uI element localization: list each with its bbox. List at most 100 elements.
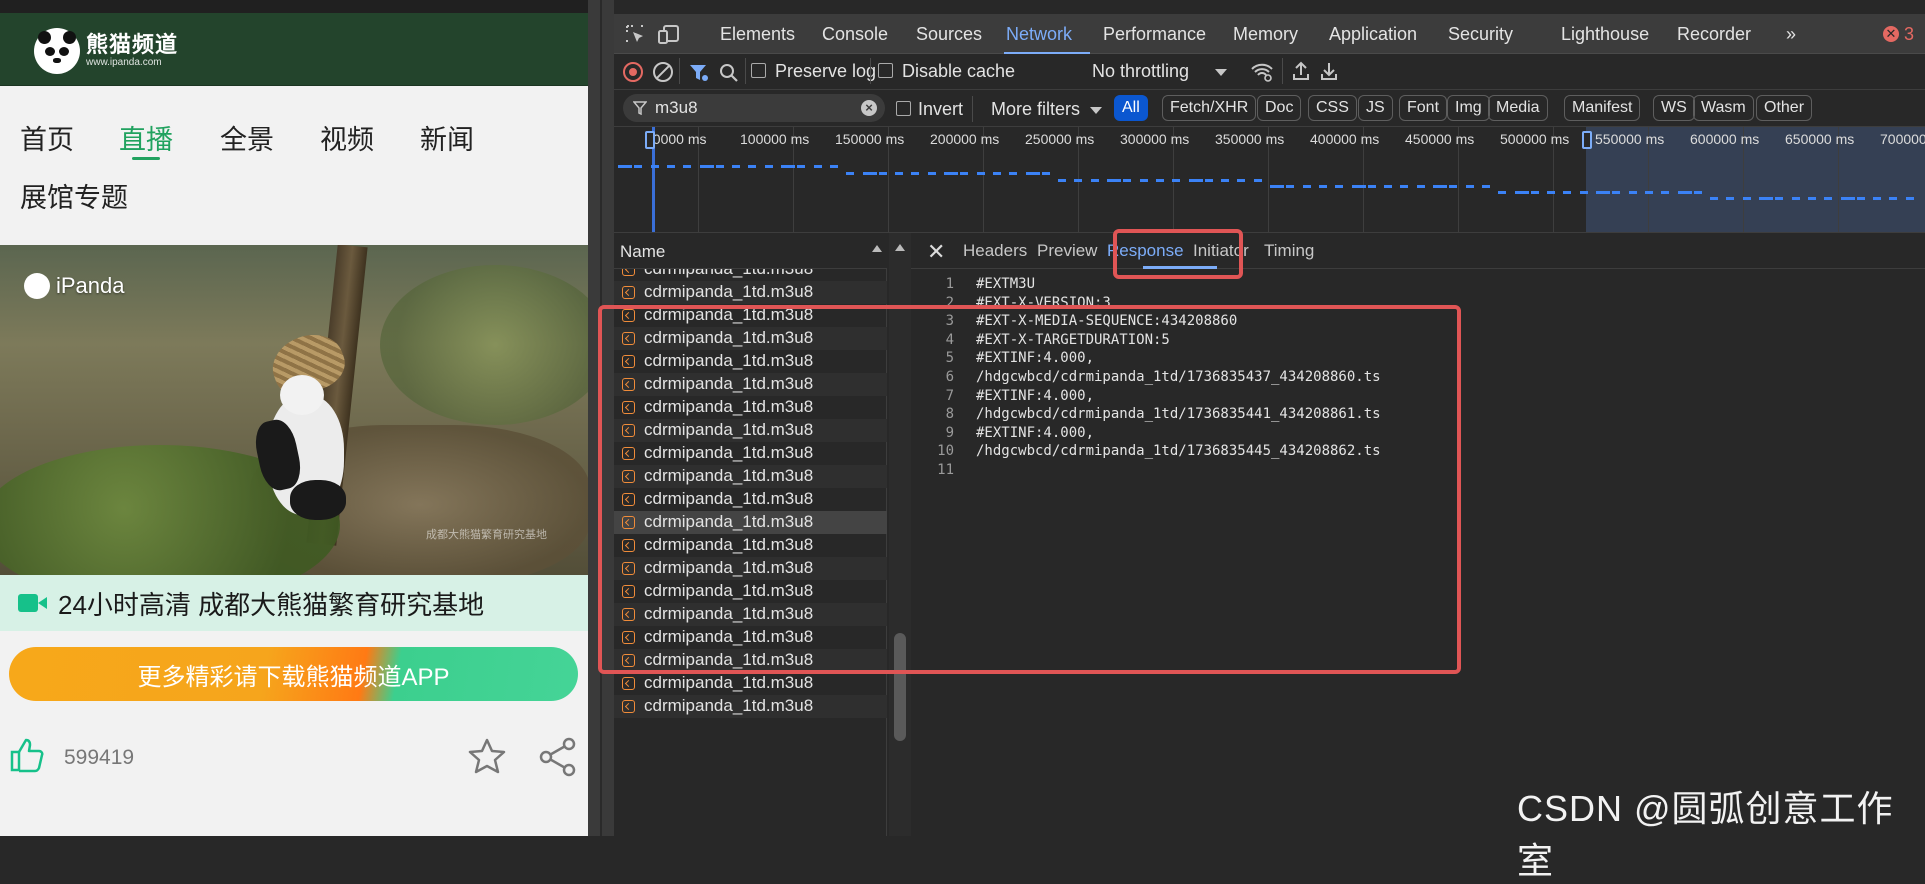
record-stop-icon[interactable] bbox=[623, 62, 643, 82]
tab-sources[interactable]: Sources bbox=[916, 24, 982, 45]
network-toolbar: Preserve log Disable cache No throttling bbox=[614, 54, 1925, 90]
tab-security[interactable]: Security bbox=[1448, 24, 1513, 45]
chevron-down-icon[interactable] bbox=[1215, 69, 1227, 76]
network-timeline-overview[interactable]: 50000 ms 100000 ms 150000 ms 200000 ms 25000… bbox=[614, 127, 1925, 233]
nav-exhibition[interactable]: 展馆专题 bbox=[20, 176, 128, 215]
timeline-request-bar bbox=[1677, 191, 1692, 194]
timeline-tick-label: 300000 ms bbox=[1120, 131, 1190, 147]
timeline-request-bar bbox=[1579, 191, 1588, 194]
tab-lighthouse[interactable]: Lighthouse bbox=[1561, 24, 1649, 45]
request-row[interactable]: cdrmipanda_1td.m3u8 bbox=[614, 281, 887, 304]
throttling-select[interactable]: No throttling bbox=[1092, 61, 1189, 82]
timeline-request-bar bbox=[927, 172, 936, 175]
nav-home[interactable]: 首页 bbox=[20, 118, 74, 157]
timeline-request-bar bbox=[1270, 185, 1284, 188]
tab-headers[interactable]: Headers bbox=[963, 241, 1027, 261]
timeline-request-bar bbox=[1661, 191, 1670, 194]
chip-img[interactable]: Img bbox=[1447, 95, 1490, 121]
timeline-request-bar bbox=[764, 165, 773, 168]
timeline-tick-label: 500000 ms bbox=[1500, 131, 1570, 147]
site-logo[interactable]: 熊猫频道 www.ipanda.com bbox=[34, 27, 178, 75]
chip-js[interactable]: JS bbox=[1358, 95, 1393, 121]
chevron-down-icon[interactable] bbox=[1090, 107, 1102, 114]
chip-media[interactable]: Media bbox=[1488, 95, 1548, 121]
scroll-up-icon[interactable] bbox=[895, 244, 905, 251]
export-har-icon[interactable] bbox=[1318, 60, 1340, 82]
request-row[interactable]: cdrmipanda_1td.m3u8 bbox=[614, 672, 887, 695]
timeline-request-bar bbox=[1628, 191, 1637, 194]
tab-recorder[interactable]: Recorder bbox=[1677, 24, 1751, 45]
nav-news[interactable]: 新闻 bbox=[420, 118, 474, 157]
star-icon[interactable] bbox=[466, 736, 508, 778]
timeline-request-bar bbox=[1563, 191, 1572, 194]
inspect-element-icon[interactable] bbox=[624, 23, 646, 45]
chip-ws[interactable]: WS bbox=[1653, 95, 1695, 121]
timeline-request-bar bbox=[1481, 185, 1490, 188]
preserve-log-checkbox[interactable] bbox=[751, 63, 766, 78]
error-icon[interactable]: ✕ bbox=[1883, 26, 1899, 42]
timeline-request-bar bbox=[1840, 197, 1855, 200]
import-har-icon[interactable] bbox=[1290, 60, 1312, 82]
share-icon[interactable] bbox=[537, 736, 579, 778]
timeline-tick-label: 200000 ms bbox=[930, 131, 1000, 147]
timeline-request-bar bbox=[1547, 191, 1556, 194]
timeline-request-bar bbox=[1596, 191, 1610, 194]
tab-console[interactable]: Console bbox=[822, 24, 888, 45]
chip-wasm[interactable]: Wasm bbox=[1693, 95, 1754, 121]
close-icon[interactable]: ✕ bbox=[927, 239, 945, 265]
site-header: 熊猫频道 www.ipanda.com bbox=[0, 0, 588, 86]
timeline-handle-right[interactable] bbox=[1582, 131, 1592, 149]
chip-doc[interactable]: Doc bbox=[1257, 95, 1302, 121]
chip-fetch-xhr[interactable]: Fetch/XHR bbox=[1162, 95, 1257, 121]
tab-network[interactable]: Network bbox=[1006, 24, 1072, 45]
network-conditions-icon[interactable] bbox=[1250, 61, 1274, 83]
nav-panorama[interactable]: 全景 bbox=[220, 118, 274, 157]
devtools-tab-bar: Elements Console Sources Network Perform… bbox=[614, 14, 1925, 54]
chip-manifest[interactable]: Manifest bbox=[1564, 95, 1641, 121]
timeline-request-bar bbox=[1172, 179, 1181, 182]
tab-elements[interactable]: Elements bbox=[720, 24, 795, 45]
device-toolbar-icon[interactable] bbox=[658, 23, 680, 45]
nav-live[interactable]: 直播 bbox=[119, 118, 173, 157]
ipanda-webpage: 熊猫频道 www.ipanda.com 首页 直播 全景 视频 新闻 展馆专题 … bbox=[0, 0, 588, 836]
tab-application[interactable]: Application bbox=[1329, 24, 1417, 45]
chip-css[interactable]: CSS bbox=[1308, 95, 1357, 121]
clear-icon[interactable] bbox=[653, 62, 673, 82]
chip-all[interactable]: All bbox=[1114, 95, 1148, 121]
request-list-header[interactable]: Name bbox=[614, 233, 887, 269]
request-row[interactable]: cdrmipanda_1td.m3u8 bbox=[614, 695, 887, 718]
download-app-banner[interactable]: 更多精彩请下载熊猫频道APP bbox=[9, 647, 578, 701]
timeline-request-bar bbox=[1433, 185, 1447, 188]
timeline-request-bar bbox=[1237, 179, 1246, 182]
chip-font[interactable]: Font bbox=[1399, 95, 1448, 121]
timeline-handle-left[interactable] bbox=[645, 131, 655, 149]
filter-input[interactable]: m3u8 bbox=[655, 98, 698, 118]
request-row[interactable]: cdrmipanda_1td.m3u8 bbox=[614, 269, 887, 281]
error-count[interactable]: 3 bbox=[1904, 24, 1914, 45]
filter-icon[interactable] bbox=[688, 62, 710, 84]
timeline-request-bar bbox=[1530, 191, 1539, 194]
disable-cache-checkbox[interactable] bbox=[878, 63, 893, 78]
filter-input-box[interactable]: m3u8 × bbox=[623, 94, 885, 122]
nav-video[interactable]: 视频 bbox=[320, 118, 374, 157]
thumbs-up-icon[interactable] bbox=[8, 736, 46, 774]
tab-preview[interactable]: Preview bbox=[1037, 241, 1097, 261]
tab-performance[interactable]: Performance bbox=[1103, 24, 1206, 45]
sort-ascending-icon[interactable] bbox=[872, 245, 882, 252]
filter-bar: m3u8 × Invert More filters All Fetch/XHR… bbox=[614, 91, 1925, 127]
search-icon[interactable] bbox=[718, 62, 740, 84]
more-filters-dropdown[interactable]: More filters bbox=[991, 99, 1080, 120]
tab-memory[interactable]: Memory bbox=[1233, 24, 1298, 45]
invert-checkbox[interactable] bbox=[896, 101, 911, 116]
more-tabs-button[interactable]: » bbox=[1786, 24, 1796, 45]
highlight-response-content bbox=[598, 305, 1461, 674]
live-title-bar: 24小时高清 成都大熊猫繁育研究基地 bbox=[0, 575, 588, 631]
name-column-header[interactable]: Name bbox=[620, 242, 665, 262]
timeline-request-bar bbox=[1384, 185, 1393, 188]
timeline-request-bar bbox=[911, 172, 920, 175]
timeline-request-bar bbox=[666, 165, 675, 168]
timeline-request-bar bbox=[1710, 197, 1719, 200]
tab-timing[interactable]: Timing bbox=[1264, 241, 1314, 261]
clear-filter-icon[interactable]: × bbox=[861, 100, 877, 116]
chip-other[interactable]: Other bbox=[1756, 95, 1813, 121]
